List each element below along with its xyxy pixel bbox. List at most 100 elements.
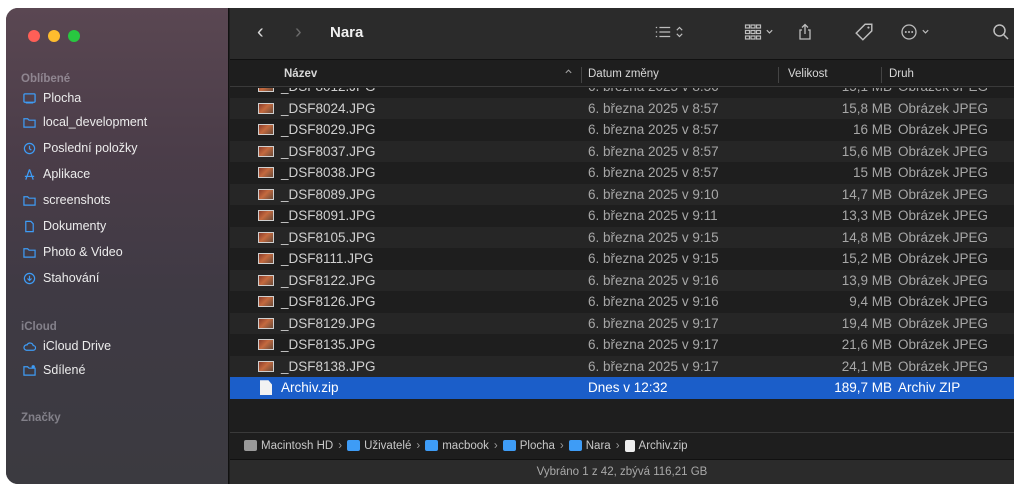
file-date: 6. března 2025 v 9:16 bbox=[588, 272, 719, 288]
desktop-icon bbox=[23, 92, 36, 105]
file-date: 6. března 2025 v 9:17 bbox=[588, 337, 719, 352]
column-header-size[interactable]: Velikost bbox=[788, 68, 828, 80]
table-row[interactable]: _DSF8037.JPG 6. března 2025 v 8:57 15,6 … bbox=[230, 140, 1014, 162]
table-row[interactable]: _DSF8012.JPG 6. března 2025 v 8:56 15,1 … bbox=[230, 88, 1014, 98]
table-row[interactable]: _DSF8135.JPG 6. března 2025 v 9:17 21,6 … bbox=[230, 334, 1014, 356]
chevron-down-icon bbox=[765, 23, 774, 44]
path-item-label: Uživatelé bbox=[364, 439, 412, 452]
path-item-macintosh-hd[interactable]: Macintosh HD bbox=[244, 440, 333, 452]
jpeg-thumbnail-icon bbox=[258, 317, 274, 329]
column-headers: Název Datum změny Velikost Druh bbox=[230, 63, 1014, 87]
table-row[interactable]: _DSF8029.JPG 6. března 2025 v 8:57 16 MB… bbox=[230, 119, 1014, 141]
table-row[interactable]: _DSF8129.JPG 6. března 2025 v 9:17 19,4 … bbox=[230, 312, 1014, 334]
table-row-selected[interactable]: Archiv.zip Dnes v 12:32 189,7 MB Archiv … bbox=[230, 377, 1014, 399]
file-name-cell: _DSF8091.JPG bbox=[258, 205, 376, 227]
tag-icon bbox=[854, 22, 874, 45]
main-pane: ‹ › Nara Název Datum změny Velikost Druh… bbox=[230, 8, 1014, 484]
file-name-cell: Archiv.zip bbox=[258, 377, 339, 399]
file-name-cell: _DSF8138.JPG bbox=[258, 356, 376, 378]
table-row[interactable]: _DSF8091.JPG 6. března 2025 v 9:11 13,3 … bbox=[230, 205, 1014, 227]
column-divider[interactable] bbox=[778, 67, 779, 83]
file-name: _DSF8038.JPG bbox=[281, 165, 376, 180]
sidebar-item-screenshots[interactable]: screenshots bbox=[6, 187, 228, 213]
sidebar-item-recents[interactable]: Poslední položky bbox=[6, 135, 228, 161]
path-item-archiv-zip[interactable]: Archiv.zip bbox=[624, 439, 688, 452]
sidebar-item-documents[interactable]: Dokumenty bbox=[6, 213, 228, 239]
sidebar-section-header: Oblíbené bbox=[21, 73, 71, 85]
path-separator-icon: › bbox=[493, 439, 498, 452]
share-button[interactable] bbox=[796, 22, 814, 44]
search-icon bbox=[992, 23, 1010, 44]
search-button[interactable] bbox=[992, 22, 1010, 44]
sidebar-item-label: local_development bbox=[43, 115, 148, 129]
file-date: 6. března 2025 v 8:57 bbox=[588, 165, 719, 180]
file-date: 6. března 2025 v 8:56 bbox=[588, 88, 719, 98]
sidebar-item-label: Sdílené bbox=[43, 363, 86, 377]
table-row[interactable]: _DSF8038.JPG 6. března 2025 v 8:57 15 MB… bbox=[230, 162, 1014, 184]
folder-icon bbox=[568, 440, 582, 451]
path-item-plocha[interactable]: Plocha bbox=[502, 440, 555, 452]
column-divider[interactable] bbox=[881, 67, 882, 83]
file-kind: Obrázek JPEG bbox=[898, 358, 989, 374]
group-button[interactable] bbox=[744, 22, 774, 44]
file-name: _DSF8138.JPG bbox=[281, 358, 376, 374]
sidebar: Oblíbené Plocha local_development Posled… bbox=[6, 8, 229, 484]
sidebar-item-applications[interactable]: Aplikace bbox=[6, 161, 228, 187]
path-item-nara[interactable]: Nara bbox=[568, 440, 611, 452]
updown-chevron-icon bbox=[675, 23, 684, 44]
file-date: 6. března 2025 v 9:15 bbox=[588, 229, 719, 245]
table-row[interactable]: _DSF8138.JPG 6. března 2025 v 9:17 24,1 … bbox=[230, 355, 1014, 378]
column-header-date[interactable]: Datum změny bbox=[588, 68, 659, 80]
view-options-button[interactable] bbox=[654, 22, 684, 44]
file-kind: Obrázek JPEG bbox=[898, 143, 989, 159]
table-row[interactable]: _DSF8111.JPG 6. března 2025 v 9:15 15,2 … bbox=[230, 248, 1014, 270]
sidebar-item-plocha[interactable]: Plocha bbox=[6, 87, 228, 109]
file-name: _DSF8129.JPG bbox=[281, 315, 376, 331]
table-row[interactable]: _DSF8089.JPG 6. března 2025 v 9:10 14,7 … bbox=[230, 183, 1014, 205]
file-size: 13,3 MB bbox=[841, 208, 892, 223]
column-divider[interactable] bbox=[581, 67, 582, 83]
jpeg-thumbnail-icon bbox=[258, 167, 274, 179]
column-header-kind[interactable]: Druh bbox=[889, 68, 914, 80]
zoom-window-button[interactable] bbox=[68, 30, 80, 42]
file-date: 6. března 2025 v 8:57 bbox=[588, 122, 719, 137]
tag-button[interactable] bbox=[854, 22, 874, 44]
sort-chevron-icon bbox=[564, 67, 573, 79]
sidebar-item-label: Plocha bbox=[43, 91, 82, 105]
back-button[interactable]: ‹ bbox=[257, 22, 264, 42]
forward-button[interactable]: › bbox=[295, 22, 302, 42]
jpeg-thumbnail-icon bbox=[258, 145, 274, 157]
clock-icon bbox=[23, 142, 36, 155]
table-row[interactable]: _DSF8024.JPG 6. března 2025 v 8:57 15,8 … bbox=[230, 97, 1014, 119]
file-size: 14,8 MB bbox=[841, 229, 892, 245]
more-actions-button[interactable] bbox=[900, 22, 930, 44]
sidebar-item-label: Aplikace bbox=[43, 167, 91, 181]
column-header-name[interactable]: Název bbox=[284, 68, 317, 80]
path-item-users[interactable]: Uživatelé bbox=[347, 440, 411, 452]
table-row[interactable]: _DSF8126.JPG 6. března 2025 v 9:16 9,4 M… bbox=[230, 291, 1014, 313]
file-kind: Obrázek JPEG bbox=[898, 229, 989, 245]
sidebar-item-label: Photo & Video bbox=[43, 245, 123, 259]
file-kind: Obrázek JPEG bbox=[898, 122, 989, 137]
path-item-macbook[interactable]: macbook bbox=[425, 440, 489, 452]
folder-icon bbox=[23, 246, 36, 259]
file-size: 15,2 MB bbox=[841, 251, 892, 266]
jpeg-thumbnail-icon bbox=[258, 274, 274, 286]
jpeg-thumbnail-icon bbox=[258, 102, 274, 114]
close-window-button[interactable] bbox=[28, 30, 40, 42]
table-row[interactable]: _DSF8122.JPG 6. března 2025 v 9:16 13,9 … bbox=[230, 269, 1014, 291]
folder-icon bbox=[347, 440, 361, 451]
file-size: 16 MB bbox=[852, 122, 892, 137]
sidebar-item-photo-video[interactable]: Photo & Video bbox=[6, 239, 228, 265]
minimize-window-button[interactable] bbox=[48, 30, 60, 42]
sidebar-item-icloud-drive[interactable]: iCloud Drive bbox=[6, 335, 228, 357]
path-separator-icon: › bbox=[416, 439, 421, 452]
sidebar-item-local-development[interactable]: local_development bbox=[6, 109, 228, 135]
toolbar: ‹ › Nara bbox=[230, 8, 1014, 60]
sidebar-item-downloads[interactable]: Stahování bbox=[6, 265, 228, 291]
sidebar-section-header: Značky bbox=[21, 412, 61, 424]
path-separator-icon: › bbox=[338, 439, 343, 452]
sidebar-item-shared[interactable]: Sdílené bbox=[6, 357, 228, 383]
table-row[interactable]: _DSF8105.JPG 6. března 2025 v 9:15 14,8 … bbox=[230, 226, 1014, 248]
file-name-cell: _DSF8126.JPG bbox=[258, 291, 376, 313]
